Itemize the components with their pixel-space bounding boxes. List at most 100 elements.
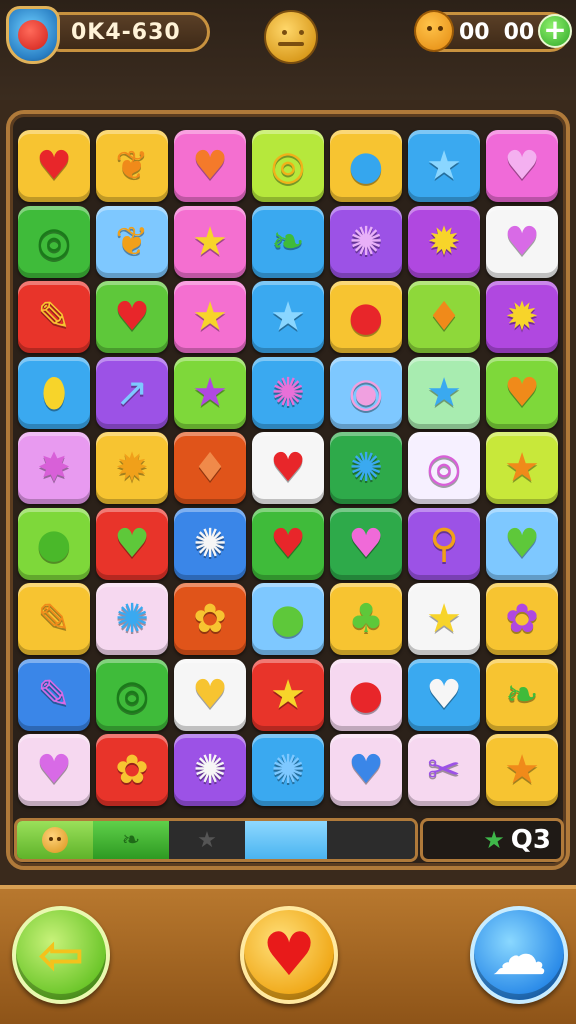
tile[interactable]: ♥ [96, 507, 168, 580]
tile[interactable]: ⚲ [408, 507, 480, 580]
tile-icon: ✺ [349, 218, 383, 265]
tile-icon: ♥ [348, 747, 384, 793]
tile-icon: ♥ [504, 143, 540, 189]
tile-icon: ✺ [349, 445, 383, 491]
tile-icon: ◎ [36, 218, 72, 265]
tile-icon: ★ [426, 143, 462, 189]
cloud-button[interactable]: ☁ [470, 906, 568, 1004]
tile[interactable]: ★ [408, 583, 480, 655]
tile-icon: ♥ [504, 369, 540, 416]
tile-icon: ★ [192, 218, 228, 265]
tile[interactable]: ◎ [408, 432, 480, 504]
tile-icon: ★ [504, 747, 540, 793]
tile[interactable]: ♥ [330, 734, 402, 806]
tile[interactable]: ✎ [18, 583, 90, 655]
tile[interactable]: ✹ [486, 281, 558, 353]
tile-icon: ● [36, 520, 72, 567]
tile[interactable]: ● [330, 658, 402, 731]
score-text: 0K4-630 [71, 19, 181, 45]
shield-icon[interactable] [6, 6, 60, 64]
tile[interactable]: ✂ [408, 734, 480, 806]
tile[interactable]: ♥ [252, 432, 324, 504]
tile-icon: ✿ [505, 596, 539, 642]
tile-icon: ♣ [348, 596, 384, 642]
tile[interactable]: ♥ [174, 658, 246, 731]
tile[interactable]: ♥ [486, 130, 558, 202]
tile[interactable]: ✺ [174, 734, 246, 806]
tile[interactable]: ♥ [486, 507, 558, 580]
tile-icon: ● [348, 671, 384, 718]
tile-icon: ● [348, 294, 384, 340]
tile[interactable]: ♥ [174, 130, 246, 202]
tile-icon: ↗ [115, 369, 149, 416]
moves-counter: ★ Q3 [420, 818, 564, 862]
add-coins-button[interactable]: + [538, 14, 572, 48]
tile[interactable]: ✿ [174, 583, 246, 655]
heart-icon: ♥ [262, 920, 316, 990]
tile[interactable]: ✸ [18, 432, 90, 504]
tile[interactable]: ★ [174, 281, 246, 353]
tile[interactable]: ♥ [18, 734, 90, 806]
tile[interactable]: ◎ [96, 658, 168, 731]
tile[interactable]: ♥ [18, 130, 90, 202]
tile[interactable]: ◉ [330, 356, 402, 429]
tile-icon: ❦ [115, 218, 149, 265]
tile[interactable]: ★ [252, 658, 324, 731]
tile[interactable]: ✹ [96, 432, 168, 504]
tile[interactable]: ★ [252, 281, 324, 353]
tile-icon: ★ [270, 294, 306, 340]
tile[interactable]: ● [18, 507, 90, 580]
lives-button[interactable]: ♥ [240, 906, 338, 1004]
tile[interactable]: ★ [486, 432, 558, 504]
tile[interactable]: ❧ [252, 205, 324, 278]
tile[interactable]: ♥ [486, 205, 558, 278]
tile[interactable]: ♥ [408, 658, 480, 731]
tile[interactable]: ★ [408, 130, 480, 202]
tile[interactable]: ★ [486, 734, 558, 806]
tile[interactable]: ● [252, 583, 324, 655]
tile-icon: ✺ [193, 520, 227, 567]
tile[interactable]: ✺ [252, 734, 324, 806]
tile[interactable]: ★ [408, 356, 480, 429]
tile[interactable]: ♥ [330, 507, 402, 580]
tile-icon: ✹ [115, 445, 149, 491]
tile[interactable]: ♥ [96, 281, 168, 353]
moves-label: Q3 [510, 825, 551, 855]
coins-value-1: 00 [459, 19, 490, 45]
tile[interactable]: ✎ [18, 281, 90, 353]
tile[interactable]: ✺ [96, 583, 168, 655]
tile-icon: ♦ [192, 445, 228, 491]
tile[interactable]: ✺ [252, 356, 324, 429]
tile[interactable]: ✺ [330, 432, 402, 504]
tile[interactable]: ★ [174, 356, 246, 429]
tile[interactable]: ♥ [486, 356, 558, 429]
tile[interactable]: ♥ [252, 507, 324, 580]
tile-icon: ❦ [115, 143, 149, 189]
tile[interactable]: ⬮ [18, 356, 90, 429]
tile-icon: ♥ [270, 520, 306, 567]
tile[interactable]: ✺ [174, 507, 246, 580]
tile[interactable]: ✺ [330, 205, 402, 278]
tile[interactable]: ❦ [96, 130, 168, 202]
tile[interactable]: ◎ [252, 130, 324, 202]
tile[interactable]: ♦ [408, 281, 480, 353]
tile[interactable]: ♣ [330, 583, 402, 655]
tile[interactable]: ↗ [96, 356, 168, 429]
star-icon: ★ [197, 827, 217, 853]
tile[interactable]: ● [330, 130, 402, 202]
tile[interactable]: ❦ [96, 205, 168, 278]
tile[interactable]: ● [330, 281, 402, 353]
face-coin-icon[interactable] [264, 10, 318, 64]
tile[interactable]: ✿ [96, 734, 168, 806]
tile[interactable]: ✿ [486, 583, 558, 655]
score-display: 0K4-630 [40, 12, 210, 52]
tile[interactable]: ✹ [408, 205, 480, 278]
tile[interactable]: ❧ [486, 658, 558, 731]
tile-icon: ✺ [115, 596, 149, 642]
tile[interactable]: ◎ [18, 205, 90, 278]
tile[interactable]: ✎ [18, 658, 90, 731]
back-button[interactable]: ⇦ [12, 906, 110, 1004]
tile[interactable]: ★ [174, 205, 246, 278]
tile-icon: ⬮ [41, 369, 67, 416]
tile[interactable]: ♦ [174, 432, 246, 504]
